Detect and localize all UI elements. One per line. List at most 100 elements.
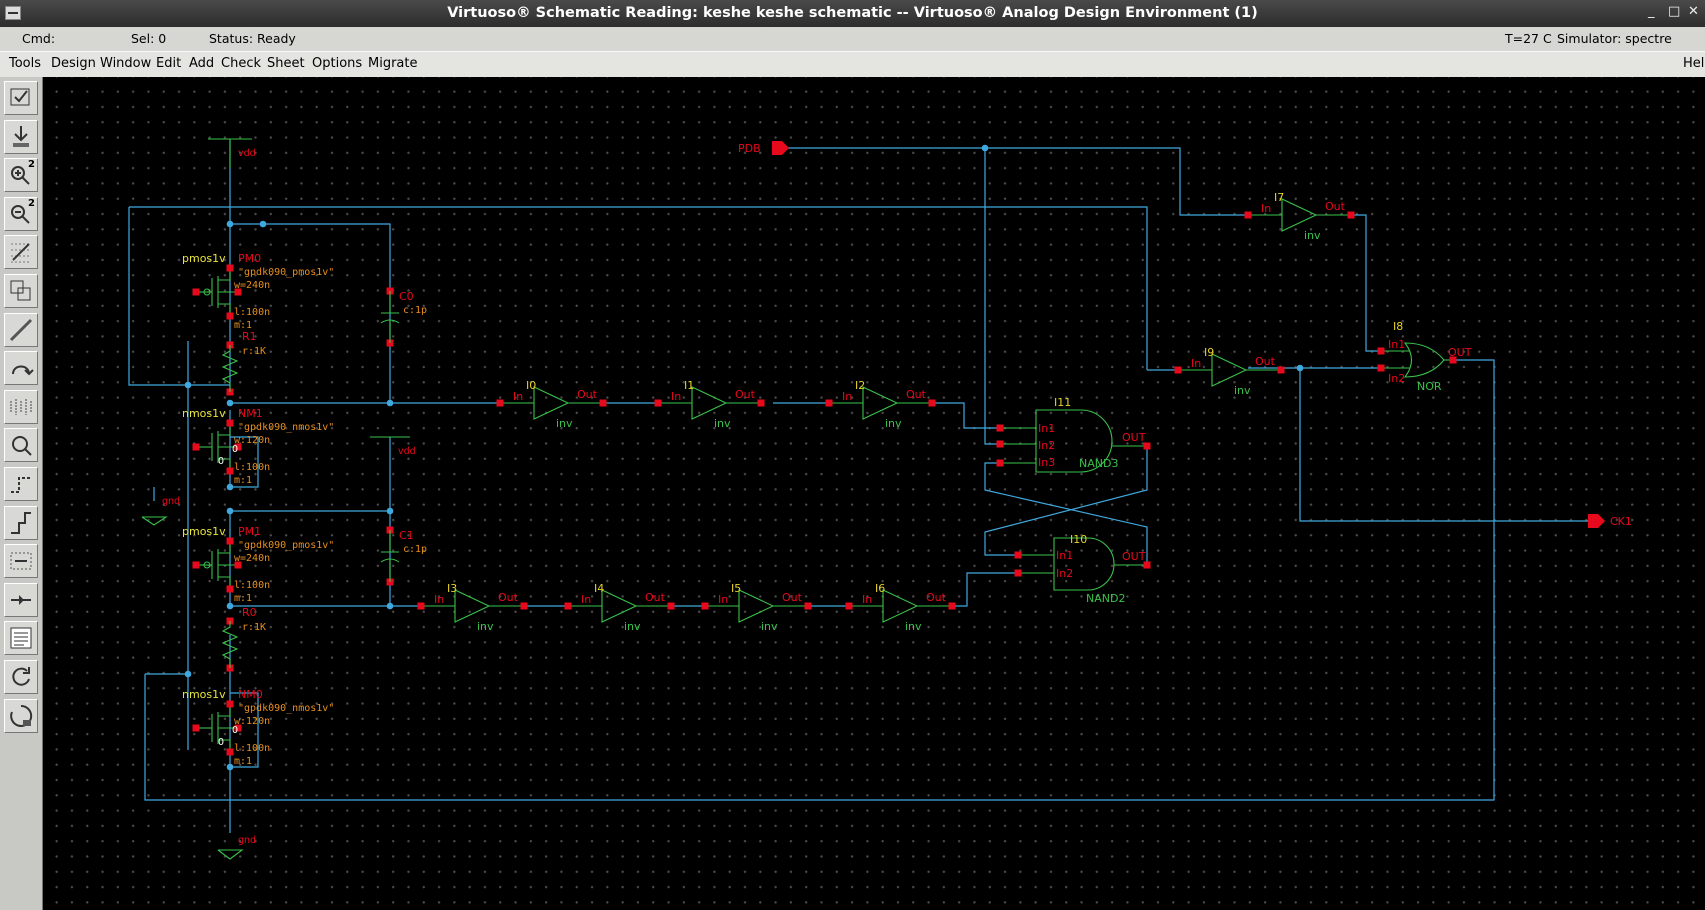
transistor-cell: "gpdk090_pmos1v" [238, 267, 334, 278]
pin-square [192, 288, 200, 296]
inverter-cell: inv [1234, 384, 1251, 397]
inverter-in-label: In [671, 390, 681, 403]
undo-icon[interactable] [4, 389, 38, 424]
junction-dot [184, 670, 192, 678]
delete-icon[interactable] [4, 351, 38, 386]
transistor-mult: m:1 [234, 756, 252, 767]
transistor-length: l:100n [234, 307, 270, 318]
pin-square [1244, 211, 1252, 219]
junction-dot [981, 144, 989, 152]
inverter-cell: inv [885, 417, 902, 430]
transistor-width: w=240n [234, 280, 270, 291]
property-icon[interactable] [4, 428, 38, 463]
net-gnd-label: gnd [238, 835, 256, 846]
close-icon[interactable]: ✕ [1688, 4, 1699, 19]
pin-square [996, 424, 1004, 432]
pin-square [654, 399, 662, 407]
capacitor-value: c:1p [403, 305, 427, 316]
inverter-name: I9 [1204, 346, 1214, 359]
pin-square [1347, 211, 1355, 219]
junction-dot [226, 507, 234, 515]
inverter-in-label: In [513, 390, 523, 403]
wire-narrow-icon[interactable] [4, 505, 38, 540]
menu-add[interactable]: Add [189, 56, 214, 71]
zoom-in-icon[interactable]: 2 [4, 158, 38, 193]
transistor-width: w:120n [234, 435, 270, 446]
inverter-out-label: Out [1255, 355, 1276, 368]
inverter-body [454, 589, 491, 623]
pin-icon[interactable] [4, 621, 38, 656]
inverter-out-label: Out [1325, 200, 1346, 213]
menu-design[interactable]: Design [51, 56, 96, 71]
maximize-icon[interactable]: □ [1668, 4, 1680, 19]
cmd-options-icon[interactable] [4, 660, 38, 694]
menu-window[interactable]: Window [100, 56, 151, 71]
nand3-cell: NAND3 [1079, 457, 1118, 470]
nand3-name: I11 [1054, 396, 1071, 409]
menu-options[interactable]: Options [312, 56, 362, 71]
wire-icon[interactable] [4, 312, 38, 347]
wire [1351, 214, 1381, 352]
repeat-icon[interactable] [4, 698, 38, 733]
nand2-name: I10 [1070, 533, 1087, 546]
transistor-cell: "gpdk090_nmos1v" [238, 422, 334, 433]
junction-dot [259, 220, 267, 228]
menu-edit[interactable]: Edit [156, 56, 181, 71]
junction-dot [226, 399, 234, 407]
transistor-width: w=240n [234, 553, 270, 564]
inverter-in-label: In [581, 593, 591, 606]
minimize-icon[interactable]: _ [1648, 4, 1655, 19]
pin-square [520, 602, 528, 610]
zoom-out-icon[interactable]: 2 [4, 196, 38, 231]
nand2-cell: NAND2 [1086, 592, 1125, 605]
check-and-save-icon[interactable] [4, 81, 38, 115]
capacitor-name: C0 [399, 290, 414, 303]
capacitor-value: c:1p [403, 544, 427, 555]
zero-label: 0 [218, 737, 224, 748]
instance-icon[interactable] [4, 467, 38, 501]
menu-sheet[interactable]: Sheet [267, 56, 305, 71]
transistor-model: pmos1v [182, 525, 226, 538]
transistor-length: l:100n [234, 462, 270, 473]
transistor-mult: m:1 [234, 593, 252, 604]
pin-square [417, 602, 425, 610]
menu-help[interactable]: Help [1683, 56, 1705, 71]
junction-dot [386, 602, 394, 610]
transistor-name: NM1 [238, 407, 263, 420]
inverter-body [738, 589, 775, 623]
pin-square [948, 602, 956, 610]
pin-square [996, 440, 1004, 448]
transistor-mult: m:1 [234, 475, 252, 486]
transistor-name: PM1 [238, 525, 261, 538]
pin-square [1377, 364, 1385, 372]
transistor-model: nmos1v [182, 688, 226, 701]
inverter-cell: inv [905, 620, 922, 633]
menu-tools[interactable]: Tools [9, 56, 41, 71]
junction-dot [184, 381, 192, 389]
wire [129, 206, 1148, 370]
simulator-label: Simulator: spectre [1557, 31, 1672, 46]
copy-icon[interactable] [4, 274, 38, 308]
transistor-length: l:100n [234, 743, 270, 754]
inverter-body [1281, 198, 1318, 232]
wire [144, 359, 1495, 801]
schematic-drawing[interactable]: vdd vdd gnd gnd pmos1v PM0 "gpdk090_pmos1v" w=2… [43, 77, 1705, 910]
menu-migrate[interactable]: Migrate [368, 56, 418, 71]
pin-square [825, 399, 833, 407]
schematic-canvas[interactable]: vdd vdd gnd gnd pmos1v PM0 "gpdk090_pmos1v" w=2… [43, 77, 1705, 910]
save-icon[interactable] [4, 119, 38, 154]
resistor-value: r:1K [242, 346, 266, 357]
inverter-in-label: In [1191, 357, 1201, 370]
junction-dot [226, 763, 234, 771]
menu-check[interactable]: Check [221, 56, 261, 71]
junction-dot [226, 220, 234, 228]
wire-wide-icon[interactable] [4, 544, 38, 579]
pin-square [996, 459, 1004, 467]
pin-square [928, 399, 936, 407]
stretch-icon[interactable] [4, 235, 38, 270]
net-vdd-label: vdd [238, 148, 256, 159]
label-icon[interactable] [4, 582, 38, 617]
pin-square [192, 561, 200, 569]
pin-square [757, 399, 765, 407]
inverter-body [601, 589, 638, 623]
